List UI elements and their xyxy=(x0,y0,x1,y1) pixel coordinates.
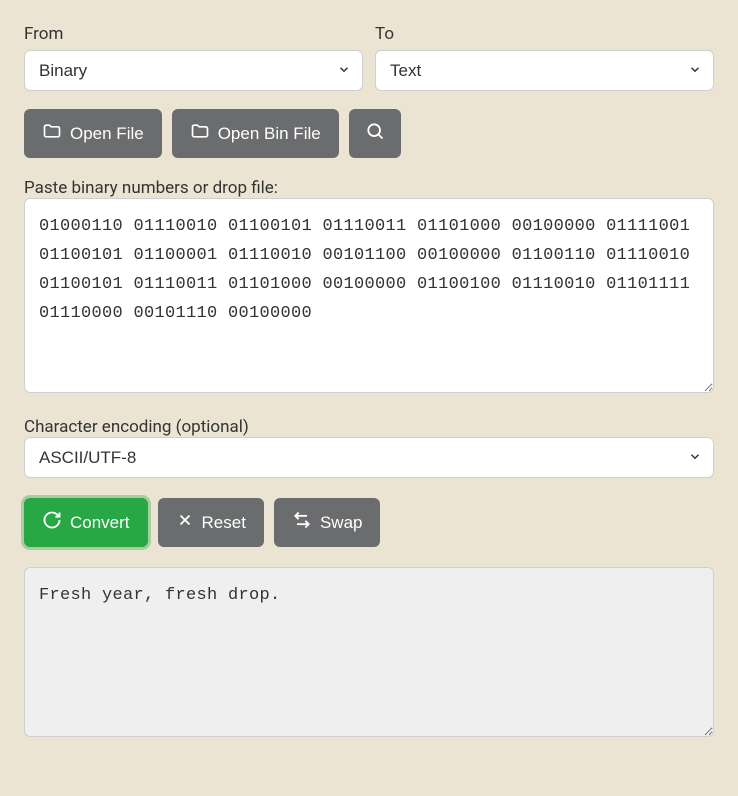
binary-input[interactable]: 01000110 01110010 01100101 01110011 0110… xyxy=(24,198,714,393)
refresh-icon xyxy=(42,510,62,535)
open-file-label: Open File xyxy=(70,124,144,144)
folder-icon xyxy=(190,121,210,146)
text-output[interactable]: Fresh year, fresh drop. xyxy=(24,567,714,737)
from-select[interactable]: Binary xyxy=(24,50,363,91)
open-bin-file-label: Open Bin File xyxy=(218,124,321,144)
search-button[interactable] xyxy=(349,109,401,158)
encoding-select[interactable]: ASCII/UTF-8 xyxy=(24,437,714,478)
input-label: Paste binary numbers or drop file: xyxy=(24,178,278,198)
convert-button[interactable]: Convert xyxy=(24,498,148,547)
reset-button[interactable]: Reset xyxy=(158,498,264,547)
to-label: To xyxy=(375,24,714,44)
open-bin-file-button[interactable]: Open Bin File xyxy=(172,109,339,158)
swap-icon xyxy=(292,510,312,535)
from-label: From xyxy=(24,24,363,44)
swap-button[interactable]: Swap xyxy=(274,498,381,547)
swap-label: Swap xyxy=(320,513,363,533)
encoding-label: Character encoding (optional) xyxy=(24,417,249,437)
convert-label: Convert xyxy=(70,513,130,533)
close-icon xyxy=(176,511,194,534)
search-icon xyxy=(365,121,385,146)
reset-label: Reset xyxy=(202,513,246,533)
open-file-button[interactable]: Open File xyxy=(24,109,162,158)
folder-icon xyxy=(42,121,62,146)
to-select[interactable]: Text xyxy=(375,50,714,91)
